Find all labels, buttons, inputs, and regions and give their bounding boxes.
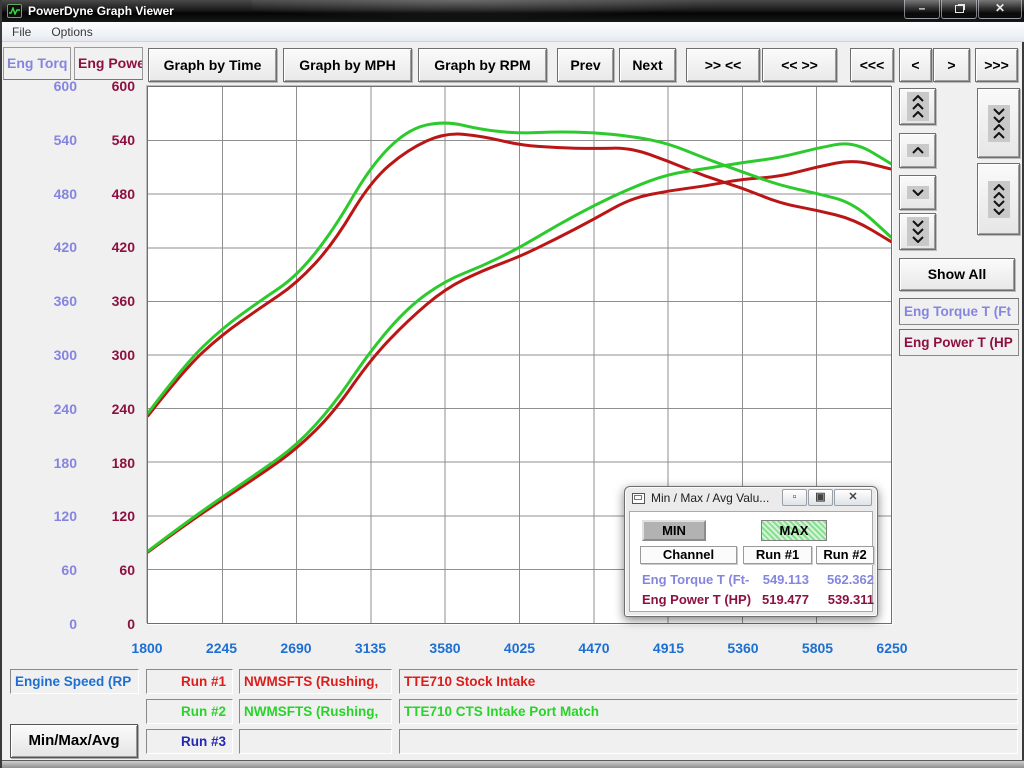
popup-close-button[interactable]: ✕	[834, 489, 872, 506]
max-toggle-button[interactable]: MAX	[761, 520, 827, 541]
menu-options[interactable]: Options	[41, 23, 102, 41]
run2-description-label: TTE710 CTS Intake Port Match	[399, 699, 1018, 724]
popup-torque-run1-value: 549.113	[743, 572, 809, 587]
window-bottom-frame	[2, 760, 1024, 768]
run1-file-label: NWMSFTS (Rushing,	[239, 669, 392, 694]
min-max-avg-popup: Min / Max / Avg Valu... ▫ ▣ ✕ MIN MAX Ch…	[624, 486, 878, 617]
scroll-right-button[interactable]: >	[933, 48, 970, 82]
zoom-in-x-button[interactable]: >> <<	[686, 48, 760, 82]
run3-label: Run #3	[146, 729, 233, 754]
min-toggle-button[interactable]: MIN	[642, 520, 706, 541]
y-tick-label-power: 60	[2, 562, 135, 578]
run3-description-label	[399, 729, 1018, 754]
run3-file-label	[239, 729, 392, 754]
x-tick-label: 4470	[562, 640, 626, 656]
graph-by-rpm-button[interactable]: Graph by RPM	[418, 48, 547, 82]
graph-by-mph-button[interactable]: Graph by MPH	[283, 48, 412, 82]
scroll-left-fast-button[interactable]: <<<	[850, 48, 894, 82]
popup-power-run2-value: 539.311	[813, 592, 874, 607]
popup-header-run1: Run #1	[743, 546, 812, 564]
minimize-button[interactable]: –	[904, 0, 940, 19]
popup-row-torque-channel: Eng Torque T (Ft-	[642, 572, 749, 587]
close-button[interactable]: ✕	[978, 0, 1022, 19]
chevron-down-icon	[907, 186, 929, 199]
popup-title-bar[interactable]: Min / Max / Avg Valu... ▫ ▣ ✕	[625, 487, 877, 509]
next-button[interactable]: Next	[619, 48, 676, 82]
x-tick-label: 4915	[637, 640, 701, 656]
popup-torque-run2-value: 562.362	[813, 572, 874, 587]
popup-window-icon	[632, 493, 645, 504]
x-tick-label: 2690	[264, 640, 328, 656]
restore-button[interactable]	[941, 0, 977, 19]
y-tick-label-power: 300	[2, 347, 135, 363]
run1-label: Run #1	[146, 669, 233, 694]
y-tick-label-power: 480	[2, 186, 135, 202]
show-all-button[interactable]: Show All	[899, 258, 1015, 291]
menu-bar: File Options	[2, 22, 1024, 42]
y-scale-down-fast-button[interactable]	[899, 213, 936, 250]
popup-header-channel: Channel	[640, 546, 737, 564]
x-tick-label: 5805	[786, 640, 850, 656]
app-icon	[7, 4, 22, 18]
min-max-avg-button[interactable]: Min/Max/Avg	[10, 724, 138, 758]
axis-button-power[interactable]: Eng Powe	[74, 47, 143, 80]
x-tick-label: 3580	[413, 640, 477, 656]
x-tick-label: 4025	[488, 640, 552, 656]
y-tick-label-power: 180	[2, 455, 135, 471]
x-tick-label: 2245	[190, 640, 254, 656]
x-tick-label: 3135	[339, 640, 403, 656]
y-range-collapse-button[interactable]	[977, 88, 1020, 158]
x-tick-label: 6250	[860, 640, 924, 656]
popup-power-run1-value: 519.477	[743, 592, 809, 607]
scroll-left-button[interactable]: <	[899, 48, 932, 82]
axis-button-torque[interactable]: Eng Torq	[3, 47, 71, 80]
zoom-out-x-button[interactable]: << >>	[762, 48, 837, 82]
triple-chevron-down-icon	[907, 217, 929, 246]
y-tick-label-power: 600	[2, 78, 135, 94]
y-scale-up-button[interactable]	[899, 133, 936, 168]
x-channel-label: Engine Speed (RP	[10, 669, 139, 694]
popup-row-power-channel: Eng Power T (HP)	[642, 592, 751, 607]
y-tick-label-power: 420	[2, 239, 135, 255]
y-tick-label-power: 540	[2, 132, 135, 148]
scroll-right-fast-button[interactable]: >>>	[975, 48, 1018, 82]
chevron-up-icon	[907, 144, 929, 157]
y-tick-label-power: 360	[2, 293, 135, 309]
y-range-expand-button[interactable]	[977, 163, 1020, 235]
run2-file-label: NWMSFTS (Rushing,	[239, 699, 392, 724]
title-bar: PowerDyne Graph Viewer – ✕	[2, 0, 1024, 22]
popup-body: MIN MAX Channel Run #1 Run #2 Eng Torque…	[629, 511, 873, 612]
x-tick-label: 5360	[711, 640, 775, 656]
y-tick-label-power: 120	[2, 508, 135, 524]
app-window: { "window": { "title": "PowerDyne Graph …	[0, 0, 1024, 768]
popup-title: Min / Max / Avg Valu...	[651, 491, 769, 505]
popup-minimize-button[interactable]: ▫	[782, 489, 807, 506]
window-title: PowerDyne Graph Viewer	[28, 4, 174, 18]
y-scale-down-button[interactable]	[899, 175, 936, 210]
run2-label: Run #2	[146, 699, 233, 724]
expand-chevrons-icon	[988, 181, 1010, 218]
y-tick-label-power: 0	[2, 616, 135, 632]
y-tick-label-power: 240	[2, 401, 135, 417]
menu-file[interactable]: File	[2, 23, 41, 41]
collapse-chevrons-icon	[988, 105, 1010, 142]
popup-restore-button[interactable]: ▣	[808, 489, 833, 506]
triple-chevron-up-icon	[907, 92, 929, 121]
x-tick-label: 1800	[115, 640, 179, 656]
run1-description-label: TTE710 Stock Intake	[399, 669, 1018, 694]
graph-by-time-button[interactable]: Graph by Time	[148, 48, 277, 82]
restore-icon	[955, 5, 964, 13]
prev-button[interactable]: Prev	[557, 48, 614, 82]
channel-label-torque[interactable]: Eng Torque T (Ft	[899, 298, 1019, 325]
popup-header-run2: Run #2	[816, 546, 874, 564]
channel-label-power[interactable]: Eng Power T (HP	[899, 329, 1019, 356]
y-scale-up-fast-button[interactable]	[899, 88, 936, 125]
